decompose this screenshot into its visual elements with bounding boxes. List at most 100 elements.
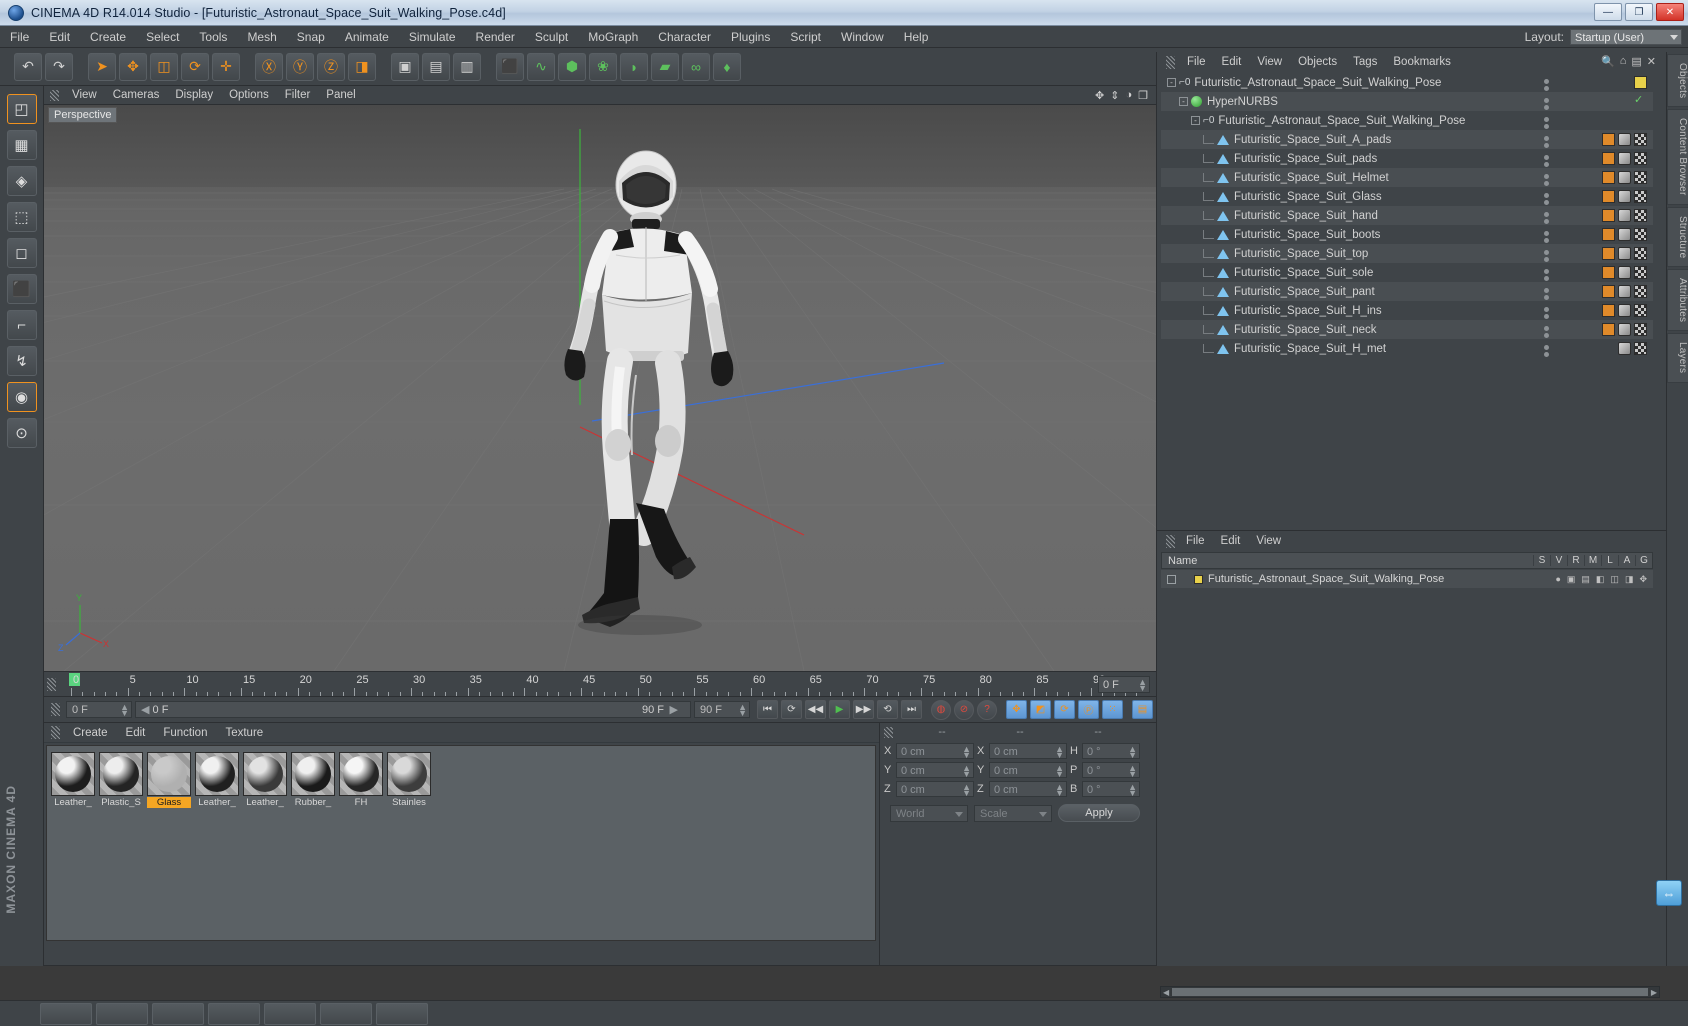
tag-checker-icon[interactable] — [1634, 171, 1647, 184]
workplane-tool[interactable]: ◉ — [6, 382, 37, 412]
editor-visibility-dot[interactable] — [1544, 231, 1549, 236]
editor-visibility-dot[interactable] — [1544, 174, 1549, 179]
animation-icon[interactable]: ◨ — [1625, 574, 1634, 585]
add-environment-button[interactable]: ▰ — [651, 52, 679, 81]
viewport-grip-icon[interactable] — [50, 89, 59, 101]
render-visibility-dot[interactable] — [1544, 333, 1549, 338]
coordinate-system-select[interactable]: World — [890, 804, 968, 822]
enable-snapping-tool[interactable]: ↯ — [6, 346, 37, 376]
dock-tab-attributes[interactable]: Attributes — [1667, 269, 1688, 332]
material-name[interactable]: Leather_ — [51, 797, 95, 808]
object-name[interactable]: Futuristic_Space_Suit_neck — [1234, 324, 1377, 336]
editor-visibility-dot[interactable] — [1544, 212, 1549, 217]
visibility-dots[interactable] — [1544, 250, 1549, 262]
tag-gray-icon[interactable] — [1618, 209, 1631, 222]
taskbar-item[interactable] — [264, 1002, 316, 1025]
generators-icon[interactable]: ✥ — [1639, 574, 1647, 585]
material-item[interactable]: Leather_ — [195, 752, 239, 808]
visibility-dots[interactable] — [1544, 212, 1549, 224]
tag-checker-icon[interactable] — [1634, 228, 1647, 241]
stepper-icon[interactable]: ▲ ▼ — [1138, 677, 1147, 692]
tag-orange-icon[interactable] — [1602, 190, 1615, 203]
render-region-button[interactable]: ▤ — [422, 52, 450, 81]
editor-visibility-dot[interactable] — [1544, 326, 1549, 331]
object-row[interactable]: Futuristic_Space_Suit_top — [1161, 244, 1653, 263]
tag-orange-icon[interactable] — [1602, 247, 1615, 260]
object-row[interactable]: Futuristic_Space_Suit_hand — [1161, 206, 1653, 225]
layer-menu-file[interactable]: File — [1178, 531, 1213, 551]
object-row[interactable]: - ⌐0 Futuristic_Astronaut_Space_Suit_Walki… — [1161, 111, 1653, 130]
material-name[interactable]: Stainles — [387, 797, 431, 808]
visibility-icon[interactable]: ▣ — [1567, 574, 1576, 585]
add-spline-button[interactable]: ∿ — [527, 52, 555, 81]
object-menu-file[interactable]: File — [1179, 52, 1214, 72]
add-camera-button[interactable]: ∞ — [682, 52, 710, 81]
close-button[interactable]: ✕ — [1656, 3, 1684, 21]
resize-icon[interactable]: ⇔ — [1656, 880, 1682, 906]
scrollbar-thumb[interactable] — [1172, 988, 1648, 996]
object-manager-header-icons[interactable]: 🔍 ⌂ ▤ ✕ — [1601, 55, 1656, 68]
rotate-viewport-icon[interactable]: ◑ — [1125, 89, 1132, 102]
material-name[interactable]: Leather_ — [243, 797, 287, 808]
object-name[interactable]: Futuristic_Space_Suit_Glass — [1234, 191, 1382, 203]
object-row[interactable]: Futuristic_Space_Suit_pant — [1161, 282, 1653, 301]
material-item[interactable]: Leather_ — [243, 752, 287, 808]
render-visibility-dot[interactable] — [1544, 314, 1549, 319]
apply-button[interactable]: Apply — [1058, 804, 1140, 822]
points-mode-tool[interactable]: ⬚ — [6, 202, 37, 232]
current-frame-field[interactable]: 0 F ▲ ▼ — [66, 701, 132, 718]
material-thumbnail[interactable] — [51, 752, 95, 796]
maximize-button[interactable]: ❐ — [1625, 3, 1653, 21]
tag-checker-icon[interactable] — [1634, 323, 1647, 336]
expander-icon[interactable]: - — [1179, 97, 1188, 106]
stepper-icon[interactable]: ▲ ▼ — [120, 703, 129, 718]
tag-gray-icon[interactable] — [1618, 342, 1631, 355]
expander-icon[interactable]: - — [1167, 78, 1176, 87]
taskbar-item[interactable] — [96, 1002, 148, 1025]
material-menu-function[interactable]: Function — [154, 723, 216, 743]
tag-checker-icon[interactable] — [1634, 190, 1647, 203]
tag-orange-icon[interactable] — [1602, 285, 1615, 298]
rotate-tool[interactable]: ⟳ — [181, 52, 209, 81]
render-visibility-dot[interactable] — [1544, 200, 1549, 205]
loop-playback-button[interactable]: ⟲ — [877, 700, 898, 719]
rotation-key-button[interactable]: ⟳ — [1054, 700, 1075, 719]
material-name[interactable]: Plastic_S — [99, 797, 143, 808]
expander-icon[interactable]: - — [1191, 116, 1200, 125]
editor-visibility-dot[interactable] — [1544, 288, 1549, 293]
position-x-field[interactable]: 0 cm ▲ ▼ — [896, 742, 974, 759]
material-menu-create[interactable]: Create — [64, 723, 117, 743]
render-visibility-dot[interactable] — [1544, 143, 1549, 148]
stepper-icon[interactable]: ▲ ▼ — [1055, 763, 1064, 778]
lock-y-axis[interactable]: Ⓨ — [286, 52, 314, 81]
scale-tool[interactable]: ◫ — [150, 52, 178, 81]
material-name[interactable]: Leather_ — [195, 797, 239, 808]
editor-visibility-dot[interactable] — [1544, 269, 1549, 274]
object-row[interactable]: Futuristic_Space_Suit_A_pads — [1161, 130, 1653, 149]
menu-item-simulate[interactable]: Simulate — [399, 26, 466, 48]
object-menu-view[interactable]: View — [1249, 52, 1290, 72]
object-tree[interactable]: - ⌐0 Futuristic_Astronaut_Space_Suit_Walki… — [1161, 73, 1653, 503]
timeline-grip-icon[interactable] — [47, 677, 56, 691]
layer-expander-icon[interactable] — [1167, 574, 1176, 584]
add-cube-button[interactable]: ⬛ — [496, 52, 524, 81]
viewport-menu-filter[interactable]: Filter — [277, 86, 319, 105]
undo-button[interactable]: ↶ — [14, 52, 42, 81]
tag-checker-icon[interactable] — [1634, 304, 1647, 317]
object-name[interactable]: Futuristic_Space_Suit_Helmet — [1234, 172, 1389, 184]
menu-item-animate[interactable]: Animate — [335, 26, 399, 48]
editor-visibility-dot[interactable] — [1544, 193, 1549, 198]
texture-mode-tool[interactable]: ▦ — [6, 130, 37, 160]
stepper-icon[interactable]: ▲ ▼ — [962, 782, 971, 797]
stepper-icon[interactable]: ▲ ▼ — [1128, 744, 1137, 759]
material-item[interactable]: Rubber_ — [291, 752, 335, 808]
material-thumbnail[interactable] — [339, 752, 383, 796]
home-icon[interactable]: ⌂ — [1620, 55, 1627, 68]
material-grip-icon[interactable] — [51, 726, 60, 739]
object-row[interactable]: Futuristic_Space_Suit_boots — [1161, 225, 1653, 244]
add-nurbs-button[interactable]: ⬢ — [558, 52, 586, 81]
maximize-viewport-icon[interactable]: ❐ — [1138, 89, 1148, 102]
object-name[interactable]: Futuristic_Space_Suit_hand — [1234, 210, 1378, 222]
tag-checker-icon[interactable] — [1634, 247, 1647, 260]
tag-checker-icon[interactable] — [1634, 342, 1647, 355]
